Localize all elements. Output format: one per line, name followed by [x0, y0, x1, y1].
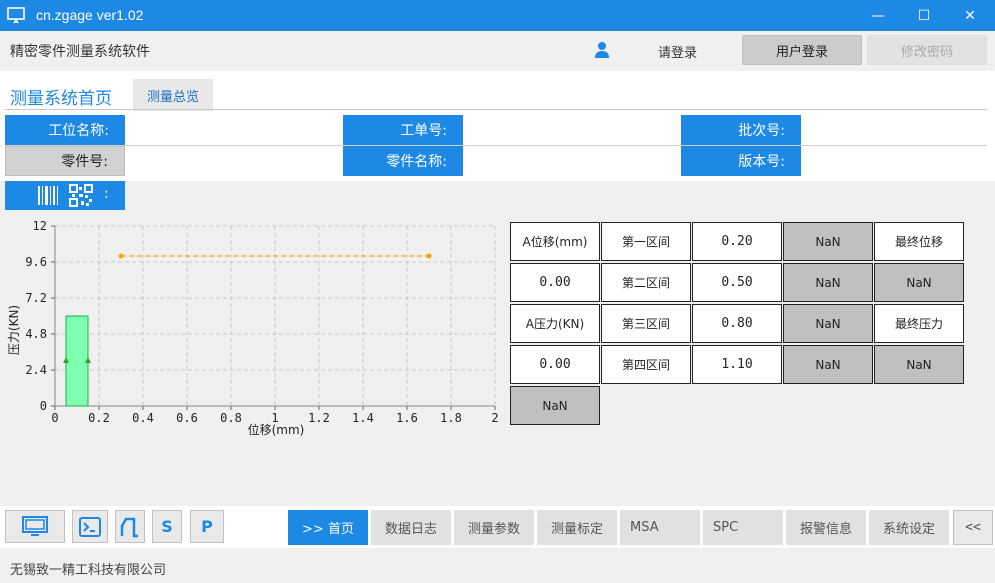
terminal-icon: [79, 516, 101, 537]
measurement-cell: 第一区间: [601, 222, 691, 261]
y-tick-label: 9.6: [25, 255, 47, 269]
nav-system-settings[interactable]: 系统设定: [869, 510, 949, 545]
version-label: 版本号:: [681, 146, 801, 176]
x-tick-label: 1.6: [396, 411, 418, 425]
y-tick-label: 4.8: [25, 327, 47, 341]
title-bar: cn.zgage ver1.02 — ☐ ✕: [0, 0, 995, 31]
window-title: cn.zgage ver1.02: [36, 7, 144, 23]
x-tick-label: 0.2: [88, 411, 110, 425]
nav-measure-params[interactable]: 测量参数: [454, 510, 534, 545]
measurement-cell: 0.20: [692, 222, 782, 261]
p-button[interactable]: P: [190, 510, 224, 543]
status-bar: 无锡致一精工科技有限公司: [0, 548, 995, 583]
x-tick-label: 1.2: [308, 411, 330, 425]
info-divider: [5, 145, 987, 146]
measurement-cell: 最终位移: [874, 222, 964, 261]
x-tick-label: 0.4: [132, 411, 154, 425]
measurement-cell: 第四区间: [601, 345, 691, 384]
part-no-button[interactable]: 零件号:: [5, 146, 125, 176]
barcode-scan-button[interactable]: :: [5, 181, 125, 210]
order-label: 工单号:: [343, 115, 463, 145]
station-label: 工位名称:: [5, 115, 125, 145]
x-tick-label: 1.8: [440, 411, 462, 425]
displacement-pressure-chart: 0 0.2 0.4 0.6 0.8 1 1.2 1.4 1.6 1.8 202.44.87.29.6…: [7, 219, 499, 437]
series-point: [426, 253, 432, 259]
y-axis-label: 压力(KN): [7, 305, 21, 355]
nav-data-log[interactable]: 数据日志: [371, 510, 451, 545]
measurement-cell: NaN: [783, 263, 873, 302]
measurement-cell: 第二区间: [601, 263, 691, 302]
limit-band: [65, 315, 89, 407]
monitor-view-button[interactable]: [5, 510, 65, 543]
tab-home[interactable]: 测量系统首页: [10, 84, 112, 109]
x-tick-label: 0: [51, 411, 58, 425]
nav-home[interactable]: >> 首页: [288, 510, 368, 545]
nav-msa[interactable]: MSA: [620, 510, 700, 545]
measurement-cell: A位移(mm): [510, 222, 600, 261]
measurement-cell: A压力(KN): [510, 304, 600, 343]
console-button[interactable]: [72, 510, 108, 543]
user-login-button[interactable]: 用户登录: [742, 35, 862, 65]
bottom-toolbar: S P >> 首页 数据日志 测量参数 测量标定 MSA SPC 报警信息 系统…: [0, 506, 995, 548]
nav-spc[interactable]: SPC: [703, 510, 783, 545]
minimize-button[interactable]: —: [855, 0, 901, 31]
part-name-label: 零件名称:: [343, 146, 463, 176]
measurement-cell: 0.50: [692, 263, 782, 302]
y-tick-label: 2.4: [25, 363, 47, 377]
company-name: 无锡致一精工科技有限公司: [10, 563, 167, 578]
y-tick-label: 0: [40, 399, 47, 413]
measurement-cell: 最终压力: [874, 304, 964, 343]
x-tick-label: 1.4: [352, 411, 374, 425]
measurement-cell: 0.80: [692, 304, 782, 343]
measurement-cell: NaN: [783, 304, 873, 343]
monitor-icon: [22, 515, 48, 536]
login-prompt: 请登录: [658, 46, 698, 61]
barcode-icon: [38, 186, 58, 205]
measurement-cell: 0.00: [510, 345, 600, 384]
measurement-cell: 第三区间: [601, 304, 691, 343]
tab-overview[interactable]: 测量总览: [133, 79, 213, 111]
qr-code-icon: [69, 184, 93, 207]
series-point: [118, 253, 124, 259]
barcode-colon: :: [104, 186, 109, 202]
nav-calibration[interactable]: 测量标定: [537, 510, 617, 545]
app-name: 精密零件测量系统软件: [10, 44, 150, 60]
measurement-cell: NaN: [874, 345, 964, 384]
tab-divider: [5, 109, 987, 110]
measurement-cell: 0.00: [510, 263, 600, 302]
x-tick-label: 0.8: [220, 411, 242, 425]
user-icon: [595, 42, 609, 58]
y-tick-label: 7.2: [25, 291, 47, 305]
x-tick-label: 2: [491, 411, 498, 425]
y-tick-label: 12: [33, 219, 47, 233]
page-tabs: 测量系统首页 测量总览: [0, 71, 995, 111]
maximize-button[interactable]: ☐: [901, 0, 947, 31]
info-panel: 工位名称: 工单号: 批次号: 零件号: 零件名称: 版本号:: [0, 111, 995, 181]
measurement-cell: NaN: [874, 263, 964, 302]
measurement-cell: NaN: [510, 386, 600, 425]
x-tick-label: 0.6: [176, 411, 198, 425]
s-button[interactable]: S: [152, 510, 182, 543]
batch-label: 批次号:: [681, 115, 801, 145]
measurement-cell: NaN: [783, 222, 873, 261]
app-header: 精密零件测量系统软件 请登录 用户登录 修改密码: [0, 31, 995, 69]
nav-alarm[interactable]: 报警信息: [786, 510, 866, 545]
x-axis-label: 位移(mm): [248, 422, 305, 437]
collapse-nav-button[interactable]: <<: [953, 510, 993, 545]
measurement-cell: NaN: [783, 345, 873, 384]
pulse-waveform-icon: [120, 517, 138, 537]
monitor-app-icon: [7, 7, 25, 23]
close-button[interactable]: ✕: [947, 0, 993, 31]
waveform-button[interactable]: [115, 510, 145, 543]
measurement-cell: 1.10: [692, 345, 782, 384]
change-password-button[interactable]: 修改密码: [867, 35, 987, 65]
